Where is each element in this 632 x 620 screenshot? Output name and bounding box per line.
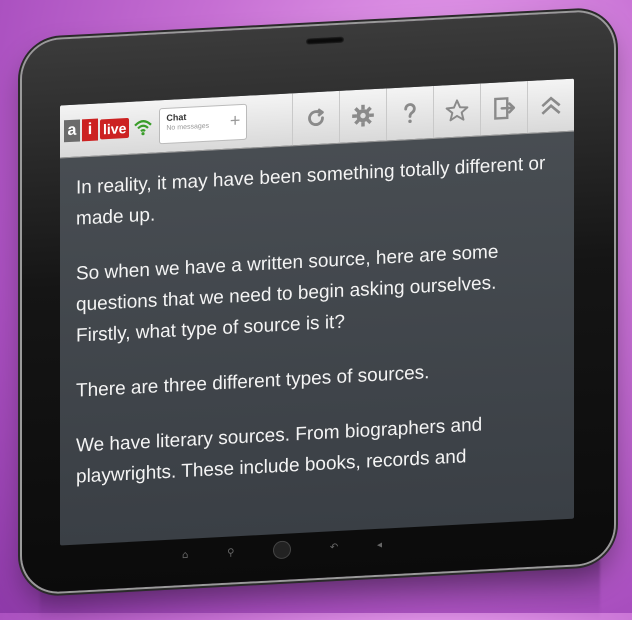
logo-letter-i: i bbox=[82, 119, 98, 142]
collapse-button[interactable] bbox=[527, 79, 574, 133]
chat-widget[interactable]: Chat No messages + bbox=[159, 104, 247, 145]
app-logo: a i live bbox=[64, 117, 129, 142]
back-icon[interactable]: ↶ bbox=[330, 541, 338, 552]
refresh-icon bbox=[303, 104, 329, 131]
exit-button[interactable] bbox=[480, 81, 527, 135]
search-icon[interactable]: ⚲ bbox=[227, 547, 234, 558]
tablet-screen: a i live Chat No messages + bbox=[60, 79, 574, 546]
volume-icon[interactable]: ◂ bbox=[377, 539, 382, 550]
chat-title: Chat bbox=[166, 112, 186, 123]
collapse-chevron-icon bbox=[538, 92, 564, 119]
transcript-text: In reality, it may have been something t… bbox=[76, 148, 556, 517]
home-button[interactable] bbox=[273, 540, 291, 559]
home-icon[interactable]: ⌂ bbox=[182, 549, 188, 560]
camera-icon bbox=[306, 37, 344, 45]
help-icon bbox=[397, 99, 423, 126]
add-chat-icon[interactable]: + bbox=[230, 111, 241, 130]
transcript-paragraph: In reality, it may have been something t… bbox=[76, 148, 556, 235]
app-toolbar: a i live Chat No messages + bbox=[60, 79, 574, 159]
device-nav-bar: ⌂ ⚲ ↶ ◂ bbox=[182, 535, 382, 565]
settings-button[interactable] bbox=[339, 88, 386, 142]
exit-icon bbox=[491, 95, 517, 122]
transcript-paragraph: We have literary sources. From biographe… bbox=[76, 406, 556, 493]
wifi-icon bbox=[133, 117, 153, 138]
help-button[interactable] bbox=[386, 86, 433, 140]
chat-subtitle: No messages bbox=[166, 123, 209, 132]
transcript-paragraph: There are three different types of sourc… bbox=[76, 351, 556, 407]
tablet-device: a i live Chat No messages + bbox=[22, 10, 614, 593]
favorite-button[interactable] bbox=[433, 84, 480, 138]
logo-letter-a: a bbox=[64, 119, 80, 142]
refresh-button[interactable] bbox=[292, 91, 339, 145]
settings-gear-icon bbox=[350, 102, 376, 129]
transcript-paragraph: So when we have a written source, here a… bbox=[76, 234, 556, 352]
star-icon bbox=[444, 97, 470, 124]
logo-live: live bbox=[100, 118, 129, 140]
